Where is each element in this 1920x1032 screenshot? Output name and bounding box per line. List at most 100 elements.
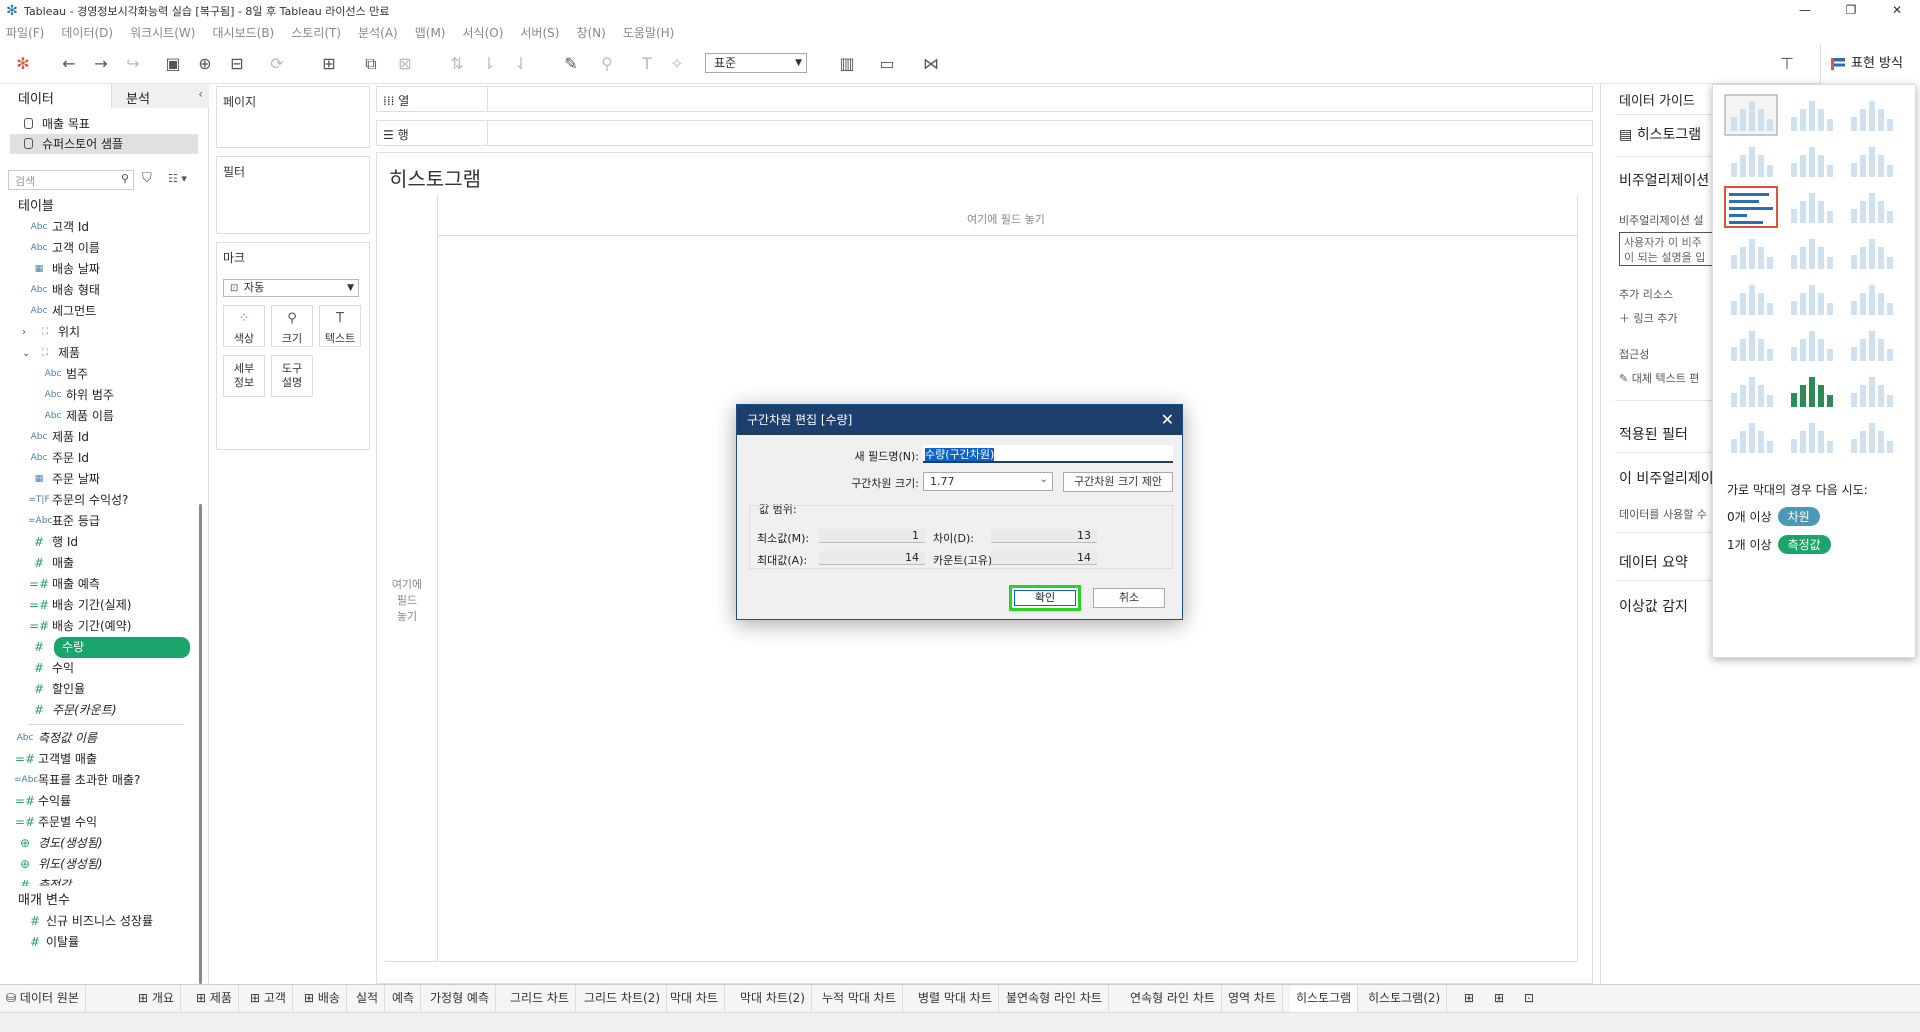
highlight-icon[interactable]: ✎ xyxy=(560,53,582,75)
chart-type-horizontal-bars[interactable] xyxy=(1724,186,1778,228)
sheet-tab[interactable]: 영역 차트 xyxy=(1222,985,1283,1012)
menu-item[interactable]: 서식(O) xyxy=(463,24,504,41)
field-item[interactable]: # 수량 xyxy=(0,637,190,658)
field-item[interactable]: # 행 Id xyxy=(0,532,190,553)
show-me-button[interactable]: 표현 방식 xyxy=(1820,44,1920,84)
field-item[interactable]: =Abc 표준 등급 xyxy=(0,511,190,532)
field-item[interactable]: # 매출 xyxy=(0,553,190,574)
chart-type-side-by-side-circles[interactable] xyxy=(1845,233,1897,273)
tableau-start-icon[interactable]: ✻ xyxy=(12,53,34,75)
tab-data[interactable]: 데이터 xyxy=(0,84,112,108)
view-options-icon[interactable]: ☷ ▾ xyxy=(168,172,187,185)
save-icon[interactable]: ▣ xyxy=(162,53,184,75)
cancel-button[interactable]: 취소 xyxy=(1093,588,1165,608)
chart-type-circle-views[interactable] xyxy=(1785,233,1837,273)
label-icon[interactable]: T xyxy=(636,53,658,75)
field-item[interactable]: # 수익 xyxy=(0,658,190,679)
viz-description-box[interactable]: 사용자가 이 비주 이 되는 설명을 입 xyxy=(1619,232,1719,266)
data-pane-scrollbar[interactable] xyxy=(199,504,202,984)
sheet-tab[interactable]: 누적 막대 차트 xyxy=(816,985,903,1012)
field-item[interactable]: # 신규 비즈니스 성장률 xyxy=(0,911,190,932)
field-item[interactable]: Abc 범주 xyxy=(0,364,190,385)
sheet-tab[interactable]: 그리드 차트(2) xyxy=(578,985,668,1012)
field-item[interactable]: # 할인율 xyxy=(0,679,190,700)
chart-type-bullet-graph[interactable] xyxy=(1785,417,1837,457)
sheet-tab[interactable]: 병렬 막대 차트 xyxy=(912,985,999,1012)
sheet-tab[interactable]: 히스토그램(2) xyxy=(1362,985,1448,1012)
chart-type-dual-lines[interactable] xyxy=(1845,279,1897,319)
guide-chart-item[interactable]: ▤ 히스토그램 xyxy=(1619,124,1701,144)
chart-type-text-table[interactable] xyxy=(1724,94,1778,136)
chart-type-pie-chart[interactable] xyxy=(1845,141,1897,181)
sheet-tab[interactable]: 불연속형 라인 차트 xyxy=(1000,985,1109,1012)
undo-icon[interactable]: ← xyxy=(58,53,80,75)
chart-type-area-discrete[interactable] xyxy=(1785,325,1837,365)
search-input[interactable]: 검색 ⚲ xyxy=(8,170,134,190)
datasource-item[interactable]: 슈퍼스토어 샘플 xyxy=(10,134,198,154)
suggest-bin-size-button[interactable]: 구간차원 크기 제안 xyxy=(1063,472,1173,492)
field-item[interactable]: =# 배송 기간(실제) xyxy=(0,595,190,616)
field-item[interactable]: =# 매출 예측 xyxy=(0,574,190,595)
field-item[interactable]: ⌄ ⛶ 제품 xyxy=(0,343,190,364)
text-button[interactable]: T 텍스트 xyxy=(319,305,361,347)
chart-type-symbol-map[interactable] xyxy=(1725,141,1777,181)
drop-field-top[interactable]: 여기에 필드 놓기 xyxy=(967,211,1045,227)
field-item[interactable]: # 주문(카운트) xyxy=(0,700,190,721)
new-field-name-input[interactable]: 수량(구간차원) xyxy=(923,445,1173,463)
alt-text-button[interactable]: ✎ 대체 텍스트 편 xyxy=(1619,370,1699,386)
field-item[interactable]: =# 주문별 수익 xyxy=(0,812,190,833)
applied-filters-header[interactable]: 적용된 필터 xyxy=(1619,424,1688,444)
chart-type-gantt-chart[interactable] xyxy=(1725,417,1777,457)
tooltip-pin-icon[interactable]: ⊤ xyxy=(1776,53,1798,75)
presentation-icon[interactable]: ▭ xyxy=(876,53,898,75)
rows-shelf[interactable]: ☰ 행 xyxy=(376,120,1593,146)
field-item[interactable]: =# 고객별 매출 xyxy=(0,749,190,770)
close-window-button[interactable]: ✕ xyxy=(1874,0,1920,22)
menu-item[interactable]: 스토리(T) xyxy=(291,24,341,41)
sheet-tab[interactable]: ⊞ 고객 xyxy=(244,985,293,1012)
columns-shelf[interactable]: ⁞⁞⁞ 열 xyxy=(376,86,1593,112)
bin-size-input[interactable]: 1.77 ⌄ xyxy=(923,472,1053,491)
chart-type-scatter-plot[interactable] xyxy=(1725,371,1777,411)
minimize-button[interactable]: — xyxy=(1782,0,1828,22)
tooltip-button[interactable]: 도구 설명 xyxy=(271,355,313,397)
sheet-tab[interactable]: 예측 xyxy=(386,985,422,1012)
field-item[interactable]: Abc 측정값 이름 xyxy=(0,728,190,749)
field-item[interactable]: Abc 고객 Id xyxy=(0,217,190,238)
collapse-icon[interactable]: ‹ xyxy=(198,87,203,101)
filter-icon[interactable]: ⛉ xyxy=(142,171,152,186)
menu-item[interactable]: 분석(A) xyxy=(358,24,398,41)
new-sheet-icon[interactable]: ⊞ xyxy=(318,53,340,75)
sheet-tab[interactable]: 연속형 라인 차트 xyxy=(1124,985,1222,1012)
chart-type-treemap[interactable] xyxy=(1725,233,1777,273)
menu-item[interactable]: 창(N) xyxy=(576,24,605,41)
chart-type-filled-map[interactable] xyxy=(1785,141,1837,181)
refresh-icon[interactable]: ⟳ xyxy=(266,53,288,75)
chart-type-stacked-bars[interactable] xyxy=(1785,187,1837,227)
outliers-header[interactable]: 이상값 감지 xyxy=(1619,596,1688,616)
sheet-tab[interactable]: 가정형 예측 xyxy=(424,985,497,1012)
new-sheet-icon[interactable]: ⊞ xyxy=(1458,985,1480,1012)
duplicate-sheet-icon[interactable]: ⧉ xyxy=(360,53,382,75)
sheet-tab[interactable]: 히스토그램 xyxy=(1290,985,1359,1012)
size-button[interactable]: ⚲ 크기 xyxy=(271,305,313,347)
chart-type-area-continuous[interactable] xyxy=(1725,325,1777,365)
this-viz-header[interactable]: 이 비주얼리제이 xyxy=(1619,468,1714,488)
color-button[interactable]: ⁘ 색상 xyxy=(223,305,265,347)
sheet-title[interactable]: 히스토그램 xyxy=(389,163,481,192)
sheet-tab[interactable]: 그리드 차트 xyxy=(504,985,577,1012)
filters-card[interactable]: 필터 xyxy=(216,156,370,234)
expand-icon[interactable]: ⌄ xyxy=(22,343,30,364)
sheet-tab[interactable]: ⊞ 개요 xyxy=(132,985,181,1012)
detail-button[interactable]: 세부 정보 xyxy=(223,355,265,397)
field-item[interactable]: ⊕ 경도(생성됨) xyxy=(0,833,190,854)
pause-updates-icon[interactable]: ⊟ xyxy=(226,53,248,75)
expand-icon[interactable]: › xyxy=(22,322,26,343)
data-summary-header[interactable]: 데이터 요약 xyxy=(1619,552,1688,572)
close-icon[interactable]: ✕ xyxy=(1161,405,1174,435)
chart-type-packed-bubbles[interactable] xyxy=(1845,417,1897,457)
chart-type-dual-combination[interactable] xyxy=(1845,325,1897,365)
new-dashboard-icon[interactable]: ⊞ xyxy=(1488,985,1510,1012)
pages-card[interactable]: 페이지 xyxy=(216,86,370,148)
field-item[interactable]: Abc 하위 범주 xyxy=(0,385,190,406)
